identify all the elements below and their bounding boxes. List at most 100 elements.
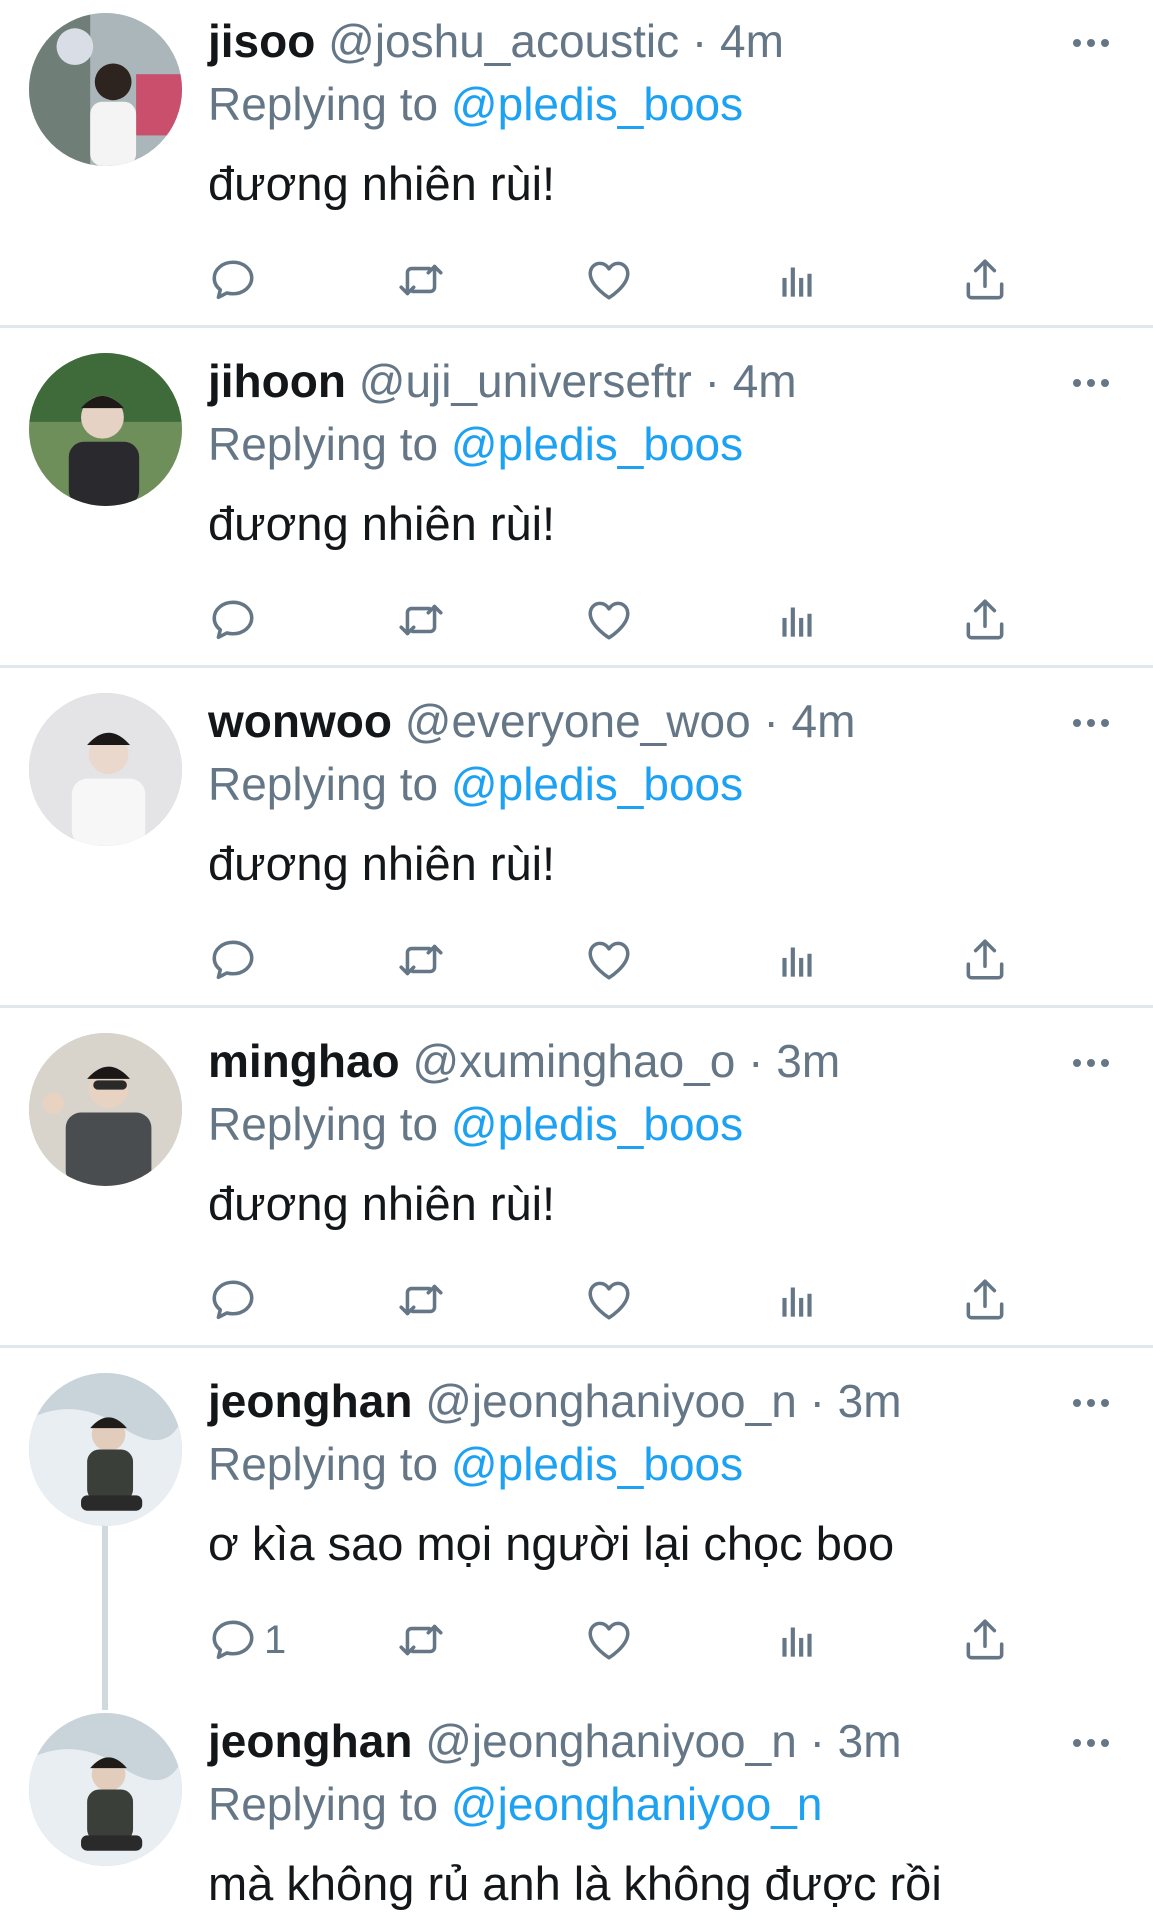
tweet[interactable]: jisoo @joshu_acoustic · 4m Replying to @…: [0, 0, 1153, 325]
mention-link[interactable]: @jeonghaniyoo_n: [451, 1778, 823, 1830]
more-icon[interactable]: [1066, 708, 1116, 738]
more-icon[interactable]: [1066, 1048, 1116, 1078]
heart-icon: [584, 1275, 634, 1325]
reply-button[interactable]: [208, 250, 264, 310]
avatar[interactable]: [29, 1033, 182, 1186]
analytics-button[interactable]: [772, 250, 822, 310]
action-bar: [208, 590, 1028, 650]
handle[interactable]: @xuminghao_o: [412, 1035, 735, 1087]
replying-to: Replying to @pledis_boos: [208, 1436, 743, 1492]
replying-to: Replying to @pledis_boos: [208, 76, 743, 132]
avatar[interactable]: [29, 693, 182, 846]
replying-to: Replying to @pledis_boos: [208, 416, 743, 472]
tweet[interactable]: jeonghan @jeonghaniyoo_n · 3m Replying t…: [0, 1700, 1153, 1920]
tweet-header: wonwoo @everyone_woo · 4m: [208, 693, 855, 749]
analytics-button[interactable]: [772, 1270, 822, 1330]
display-name[interactable]: jeonghan: [208, 1715, 412, 1767]
retweet-icon: [396, 935, 446, 985]
divider: [0, 665, 1153, 668]
timestamp: · 3m: [748, 1035, 841, 1087]
retweet-button[interactable]: [396, 250, 446, 310]
tweet-text: đương nhiên rùi!: [208, 1177, 556, 1230]
timestamp: · 4m: [691, 15, 784, 67]
handle[interactable]: @everyone_woo: [405, 695, 751, 747]
mention-link[interactable]: @pledis_boos: [451, 1098, 743, 1150]
divider: [0, 1005, 1153, 1008]
avatar[interactable]: [29, 1713, 182, 1866]
timestamp: · 3m: [809, 1715, 902, 1767]
analytics-icon: [772, 595, 822, 645]
display-name[interactable]: jihoon: [208, 355, 346, 407]
share-button[interactable]: [960, 1610, 1010, 1670]
like-button[interactable]: [584, 930, 634, 990]
reply-icon: [208, 935, 258, 985]
replying-prefix: Replying to: [208, 1438, 439, 1490]
mention-link[interactable]: @pledis_boos: [451, 758, 743, 810]
heart-icon: [584, 595, 634, 645]
avatar-image: [29, 1713, 182, 1866]
share-button[interactable]: [960, 250, 1010, 310]
tweet-header: minghao @xuminghao_o · 3m: [208, 1033, 840, 1089]
tweet-text: mà không rủ anh là không được rồi: [208, 1857, 942, 1910]
share-icon: [960, 1275, 1010, 1325]
display-name[interactable]: jeonghan: [208, 1375, 412, 1427]
reply-icon: [208, 1275, 258, 1325]
reply-button[interactable]: 1: [208, 1610, 286, 1670]
mention-link[interactable]: @pledis_boos: [451, 418, 743, 470]
reply-icon: [208, 255, 258, 305]
mention-link[interactable]: @pledis_boos: [451, 1438, 743, 1490]
handle[interactable]: @jeonghaniyoo_n: [425, 1715, 797, 1767]
analytics-icon: [772, 935, 822, 985]
handle[interactable]: @jeonghaniyoo_n: [425, 1375, 797, 1427]
share-icon: [960, 1615, 1010, 1665]
retweet-button[interactable]: [396, 930, 446, 990]
timestamp: · 4m: [704, 355, 797, 407]
like-button[interactable]: [584, 590, 634, 650]
handle[interactable]: @uji_universeftr: [359, 355, 692, 407]
reply-button[interactable]: [208, 930, 264, 990]
like-button[interactable]: [584, 1610, 634, 1670]
analytics-button[interactable]: [772, 930, 822, 990]
tweet[interactable]: jihoon @uji_universeftr · 4m Replying to…: [0, 340, 1153, 665]
avatar[interactable]: [29, 1373, 182, 1526]
reply-button[interactable]: [208, 590, 264, 650]
share-icon: [960, 935, 1010, 985]
retweet-button[interactable]: [396, 1270, 446, 1330]
share-button[interactable]: [960, 1270, 1010, 1330]
tweet-text: ơ kìa sao mọi người lại chọc boo: [208, 1517, 895, 1570]
like-button[interactable]: [584, 1270, 634, 1330]
action-bar: [208, 250, 1028, 310]
mention-link[interactable]: @pledis_boos: [451, 78, 743, 130]
more-icon[interactable]: [1066, 1388, 1116, 1418]
analytics-button[interactable]: [772, 1610, 822, 1670]
replying-prefix: Replying to: [208, 1098, 439, 1150]
replying-to: Replying to @jeonghaniyoo_n: [208, 1776, 822, 1832]
more-icon[interactable]: [1066, 368, 1116, 398]
tweet[interactable]: wonwoo @everyone_woo · 4m Replying to @p…: [0, 680, 1153, 1005]
tweet-header: jisoo @joshu_acoustic · 4m: [208, 13, 784, 69]
tweet[interactable]: minghao @xuminghao_o · 3m Replying to @p…: [0, 1020, 1153, 1345]
display-name[interactable]: jisoo: [208, 15, 315, 67]
share-icon: [960, 595, 1010, 645]
like-button[interactable]: [584, 250, 634, 310]
retweet-button[interactable]: [396, 590, 446, 650]
display-name[interactable]: wonwoo: [208, 695, 392, 747]
heart-icon: [584, 935, 634, 985]
replying-prefix: Replying to: [208, 1778, 439, 1830]
retweet-button[interactable]: [396, 1610, 446, 1670]
handle[interactable]: @joshu_acoustic: [328, 15, 679, 67]
analytics-button[interactable]: [772, 590, 822, 650]
display-name[interactable]: minghao: [208, 1035, 400, 1087]
reply-icon: [208, 595, 258, 645]
avatar-image: [29, 353, 182, 506]
tweet-text: đương nhiên rùi!: [208, 157, 556, 210]
more-icon[interactable]: [1066, 28, 1116, 58]
reply-button[interactable]: [208, 1270, 264, 1330]
more-icon[interactable]: [1066, 1728, 1116, 1758]
avatar[interactable]: [29, 353, 182, 506]
share-button[interactable]: [960, 930, 1010, 990]
share-button[interactable]: [960, 590, 1010, 650]
avatar[interactable]: [29, 13, 182, 166]
tweet[interactable]: jeonghan @jeonghaniyoo_n · 3m Replying t…: [0, 1360, 1153, 1700]
share-icon: [960, 255, 1010, 305]
